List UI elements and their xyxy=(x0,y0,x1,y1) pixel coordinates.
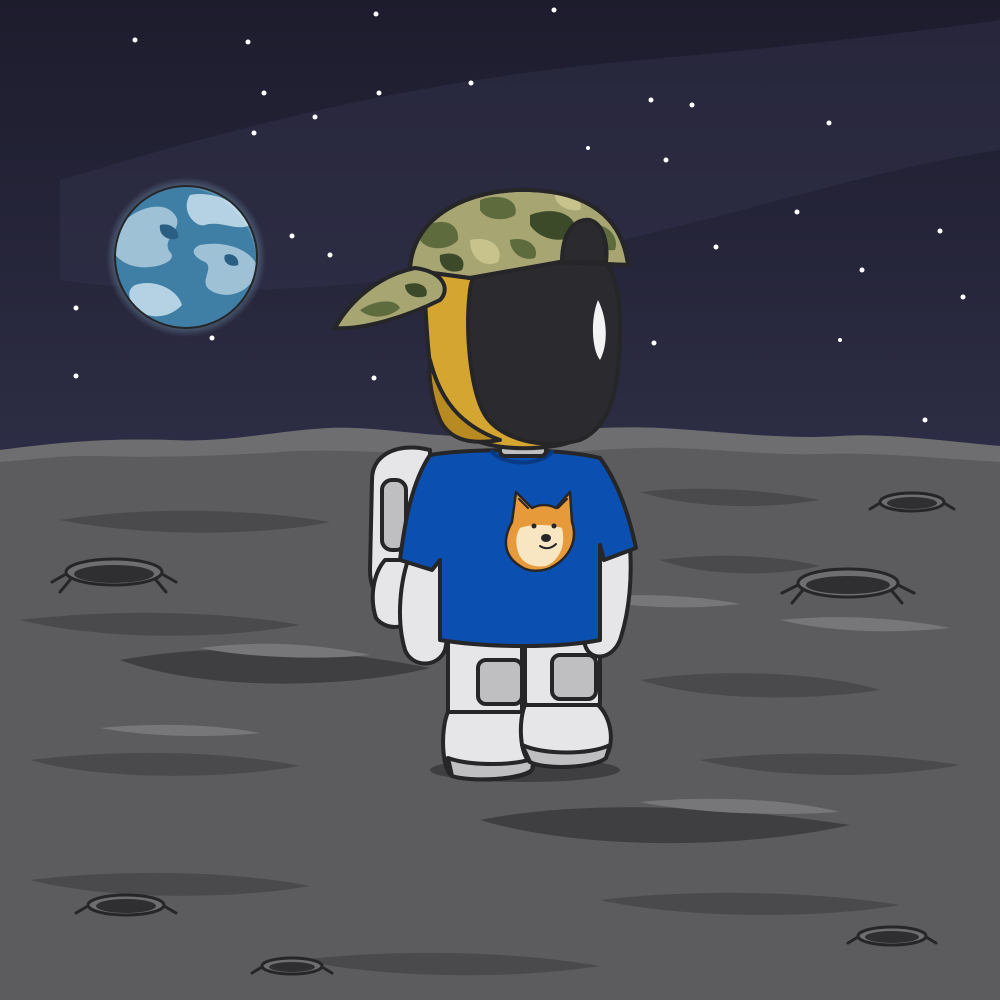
star-icon xyxy=(960,294,966,300)
star-icon xyxy=(826,120,832,126)
right-knee-pad xyxy=(550,653,598,701)
star-icon xyxy=(371,375,377,381)
illustration-canvas xyxy=(0,0,1000,1000)
star-icon xyxy=(648,97,654,103)
earth-planet-icon xyxy=(106,177,266,337)
star-icon xyxy=(251,130,257,136)
star-icon xyxy=(689,102,695,108)
star-icon xyxy=(376,90,382,96)
star-icon xyxy=(663,157,669,163)
star-icon xyxy=(132,37,138,43)
star-icon xyxy=(586,146,590,150)
star-icon xyxy=(713,244,719,250)
star-icon xyxy=(73,373,79,379)
star-icon xyxy=(838,338,842,342)
star-icon xyxy=(312,114,318,120)
star-icon xyxy=(551,7,557,13)
star-icon xyxy=(468,80,474,86)
star-icon xyxy=(937,228,943,234)
star-icon xyxy=(327,252,333,258)
star-icon xyxy=(209,335,215,341)
left-knee-pad xyxy=(476,658,524,706)
star-icon xyxy=(922,417,928,423)
star-icon xyxy=(859,267,865,273)
moon-scene xyxy=(0,0,1000,1000)
star-icon xyxy=(373,11,379,17)
star-icon xyxy=(651,340,657,346)
star-icon xyxy=(261,90,267,96)
star-icon xyxy=(245,39,251,45)
star-icon xyxy=(73,305,79,311)
star-icon xyxy=(794,209,800,215)
star-icon xyxy=(289,233,295,239)
